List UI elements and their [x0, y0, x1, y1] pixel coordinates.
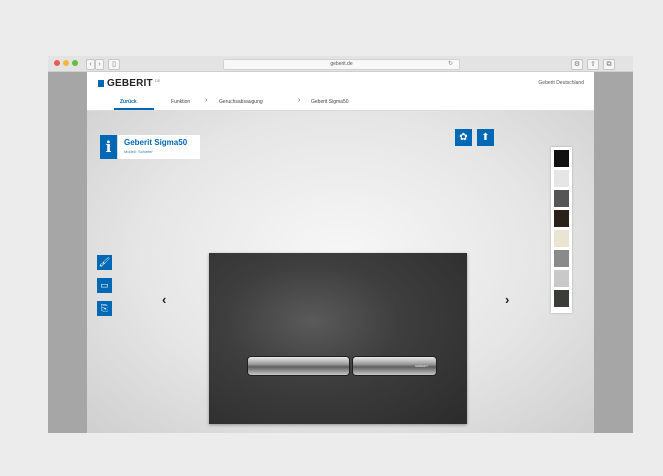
- breadcrumb-geberit-sigma50: Geberit Sigma50: [311, 99, 349, 105]
- previous-arrow-icon[interactable]: ‹: [162, 292, 166, 307]
- browser-toolbar: ‹ › ▯ geberit.de ↻ ⚙ ⇧ ⧉: [48, 56, 633, 72]
- site-header: GEBERIT DE Geberit Deutschland: [87, 72, 594, 93]
- wall-view-icon[interactable]: ▭: [97, 278, 112, 293]
- paint-roller-icon[interactable]: 🖌: [97, 255, 112, 270]
- next-arrow-icon[interactable]: ›: [505, 292, 509, 307]
- breadcrumb-separator-icon: ›: [298, 97, 301, 104]
- tabs-button[interactable]: ⧉: [603, 59, 615, 70]
- browser-back-button[interactable]: ‹: [86, 59, 95, 70]
- flush-buttons: GEBERIT: [248, 357, 436, 375]
- settings-button[interactable]: ⚙: [571, 59, 583, 70]
- browser-window: ‹ › ▯ geberit.de ↻ ⚙ ⇧ ⧉ GEBERIT DE Gebe…: [48, 56, 633, 433]
- partial-flush-button: GEBERIT: [353, 357, 436, 375]
- page-margin-right: [594, 72, 633, 433]
- breadcrumb: Zurück Funktion › Geruchsabsaugung › Geb…: [87, 94, 594, 111]
- info-icon[interactable]: i: [100, 135, 117, 159]
- url-text: geberit.de: [330, 61, 353, 67]
- logo-text: GEBERIT: [107, 77, 153, 89]
- color-swatch[interactable]: [554, 270, 569, 287]
- close-window-button[interactable]: [54, 60, 60, 66]
- page-margin-left: [48, 72, 87, 433]
- full-flush-button: [248, 357, 349, 375]
- country-link[interactable]: Geberit Deutschland: [538, 80, 584, 86]
- geberit-logo[interactable]: GEBERIT DE: [98, 77, 161, 89]
- logo-square: [98, 79, 104, 87]
- product-info-box: Geberit Sigma50 Modell: Schiefer: [118, 135, 200, 159]
- product-title: Geberit Sigma50: [124, 138, 188, 147]
- copy-icon[interactable]: ⎘: [97, 301, 112, 316]
- breadcrumb-funktion[interactable]: Funktion: [171, 99, 190, 105]
- active-tab-underline: [114, 108, 154, 110]
- back-link[interactable]: Zurück: [120, 99, 137, 105]
- minimize-window-button[interactable]: [63, 60, 69, 66]
- product-subtitle: Modell: Schiefer: [124, 149, 153, 154]
- maximize-window-button[interactable]: [72, 60, 78, 66]
- breadcrumb-geruchsabsaugung[interactable]: Geruchsabsaugung: [219, 99, 263, 105]
- flush-plate-preview: GEBERIT: [209, 253, 467, 424]
- address-bar[interactable]: geberit.de ↻: [223, 59, 460, 70]
- breadcrumb-separator-icon: ›: [205, 97, 208, 104]
- color-swatch[interactable]: [554, 190, 569, 207]
- color-swatch[interactable]: [554, 250, 569, 267]
- color-swatch-panel: [551, 147, 572, 313]
- scent-function-button[interactable]: ✿: [455, 129, 472, 146]
- color-swatch[interactable]: [554, 290, 569, 307]
- download-button[interactable]: ⬆: [477, 129, 494, 146]
- web-page: GEBERIT DE Geberit Deutschland Zurück Fu…: [87, 72, 594, 433]
- color-swatch[interactable]: [554, 230, 569, 247]
- color-swatch[interactable]: [554, 150, 569, 167]
- brand-mark: GEBERIT: [414, 364, 428, 368]
- browser-forward-button[interactable]: ›: [95, 59, 104, 70]
- color-swatch[interactable]: [554, 210, 569, 227]
- logo-country-code: DE: [154, 78, 161, 83]
- share-button[interactable]: ⇧: [587, 59, 599, 70]
- reload-icon[interactable]: ↻: [448, 60, 453, 69]
- sidebar-toggle-button[interactable]: ▯: [108, 59, 120, 70]
- color-swatch[interactable]: [554, 170, 569, 187]
- product-configurator: i Geberit Sigma50 Modell: Schiefer ✿ ⬆ 🖌…: [87, 111, 594, 433]
